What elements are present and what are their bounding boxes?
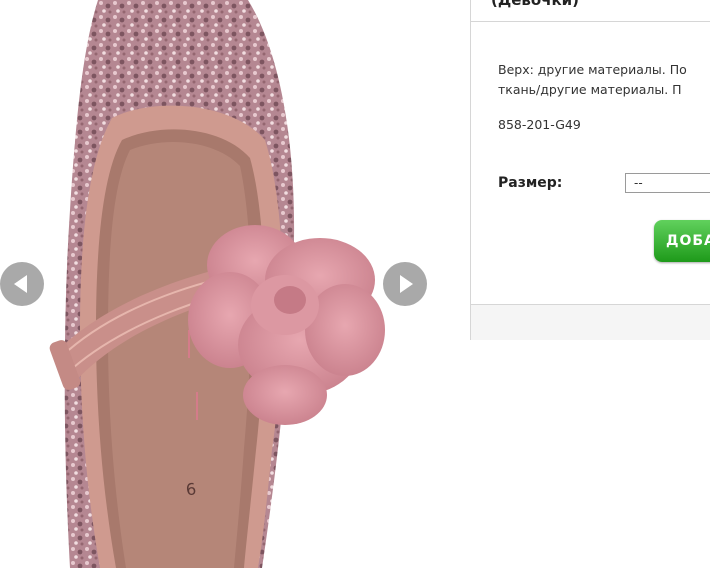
product-sku: 858-201-G49	[498, 117, 581, 132]
product-description: Верх: другие материалы. По ткань/другие …	[498, 60, 710, 100]
prev-image-button[interactable]	[0, 262, 44, 306]
chevron-right-icon	[400, 275, 413, 293]
size-select[interactable]: --	[625, 173, 710, 193]
description-line: Верх: другие материалы. По	[498, 62, 687, 77]
description-line: ткань/другие материалы. П	[498, 82, 682, 97]
panel-divider	[471, 21, 710, 22]
add-to-cart-button[interactable]: ДОБА	[654, 220, 710, 262]
product-title: (Девочки)	[491, 0, 580, 9]
panel-footer	[471, 304, 710, 340]
product-image-gallery: 6	[0, 0, 440, 568]
size-label: Размер:	[498, 175, 563, 191]
product-info-panel: (Девочки) Верх: другие материалы. По тка…	[470, 0, 710, 340]
chevron-left-icon	[14, 275, 27, 293]
product-image: 6	[49, 0, 385, 568]
next-image-button[interactable]	[383, 262, 427, 306]
